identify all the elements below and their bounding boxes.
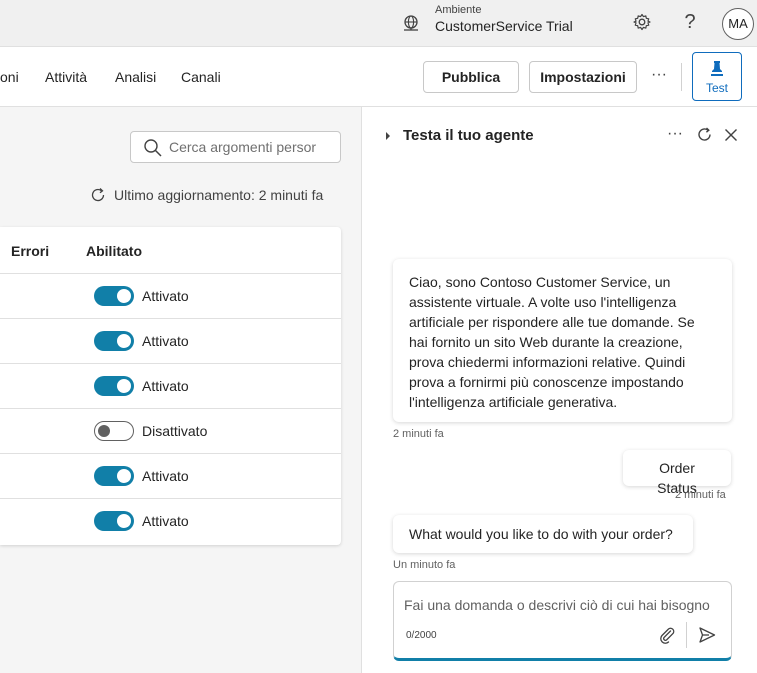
user-message: Order Status — [623, 450, 731, 496]
toggle-label: Attivato — [142, 288, 189, 304]
panel-title: Testa il tuo agente — [403, 127, 534, 144]
chat-input[interactable] — [404, 594, 724, 616]
enabled-toggle[interactable] — [94, 421, 134, 441]
test-pin-icon — [711, 61, 723, 76]
environment-label: Ambiente — [435, 4, 482, 16]
message-timestamp: 2 minuti fa — [675, 489, 726, 501]
topics-table: Errori Abilitato Attivato Attivato Attiv… — [0, 227, 341, 545]
topics-panel: Ultimo aggiornamento: 2 minuti fa Errori… — [0, 107, 361, 673]
top-bar: Ambiente CustomerService Trial ? MA — [0, 0, 757, 47]
table-row[interactable]: Attivato — [0, 318, 341, 363]
avatar[interactable]: MA — [722, 8, 754, 40]
nav-item-activity[interactable]: Attività — [45, 69, 87, 85]
test-agent-panel: Testa il tuo agente ··· Ciao, sono Conto… — [361, 107, 757, 673]
nav-item-channels[interactable]: Canali — [181, 69, 221, 85]
more-options-icon[interactable]: ··· — [667, 125, 683, 143]
publish-button[interactable]: Pubblica — [423, 61, 519, 93]
search-input[interactable] — [169, 136, 337, 158]
test-label: Test — [705, 81, 728, 95]
toggle-label: Attivato — [142, 378, 189, 394]
divider — [686, 622, 687, 648]
gear-icon[interactable] — [632, 12, 652, 32]
divider — [681, 63, 682, 91]
column-header-enabled[interactable]: Abilitato — [86, 243, 142, 259]
bot-message: What would you like to do with your orde… — [393, 515, 693, 553]
table-row[interactable]: Attivato — [0, 273, 341, 318]
settings-button[interactable]: Impostazioni — [529, 61, 637, 93]
table-row[interactable]: Attivato — [0, 498, 341, 543]
enabled-toggle[interactable] — [94, 286, 134, 306]
table-row[interactable]: Disattivato — [0, 408, 341, 453]
message-timestamp: Un minuto fa — [393, 559, 456, 571]
more-options-icon[interactable]: ··· — [648, 65, 670, 87]
enabled-toggle[interactable] — [94, 466, 134, 486]
send-icon[interactable] — [698, 626, 716, 644]
enabled-toggle[interactable] — [94, 376, 134, 396]
search-box[interactable] — [130, 131, 341, 163]
environment-name[interactable]: CustomerService Trial — [435, 18, 573, 34]
toggle-label: Attivato — [142, 333, 189, 349]
toggle-label: Attivato — [142, 468, 189, 484]
last-updated-text: Ultimo aggiornamento: 2 minuti fa — [114, 187, 324, 203]
enabled-toggle[interactable] — [94, 331, 134, 351]
message-timestamp: 2 minuti fa — [393, 428, 444, 440]
table-row[interactable]: Attivato — [0, 363, 341, 408]
nav-item-analytics[interactable]: Analisi — [115, 69, 156, 85]
close-icon[interactable] — [724, 128, 738, 142]
environment-globe-icon[interactable] — [402, 14, 420, 32]
table-row[interactable]: Attivato — [0, 453, 341, 498]
chat-composer[interactable]: 0/2000 — [393, 581, 732, 661]
test-button[interactable]: Test — [692, 52, 742, 101]
attach-icon[interactable] — [658, 626, 676, 644]
toggle-label: Disattivato — [142, 423, 208, 439]
column-header-errors[interactable]: Errori — [11, 243, 49, 259]
bot-message: Ciao, sono Contoso Customer Service, un … — [393, 259, 732, 422]
character-counter: 0/2000 — [406, 630, 437, 641]
search-icon — [144, 139, 162, 157]
help-icon[interactable]: ? — [680, 10, 700, 34]
command-bar: oni Attività Analisi Canali Pubblica Imp… — [0, 47, 757, 107]
caret-right-icon[interactable] — [384, 131, 392, 141]
enabled-toggle[interactable] — [94, 511, 134, 531]
refresh-icon[interactable] — [90, 187, 106, 203]
restart-icon[interactable] — [696, 126, 713, 143]
nav-item-topics[interactable]: oni — [0, 69, 19, 85]
toggle-label: Attivato — [142, 513, 189, 529]
